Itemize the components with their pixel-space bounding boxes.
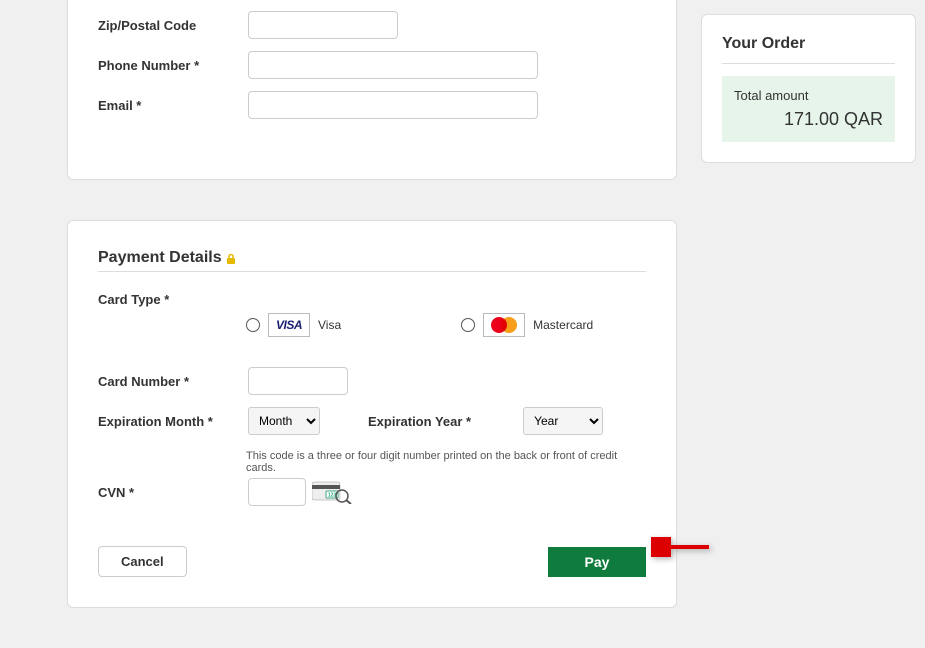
- billing-panel: State/Province Zip/Postal Code Phone Num…: [67, 0, 677, 180]
- exp-year-label: Expiration Year *: [368, 414, 471, 429]
- pay-button[interactable]: Pay: [548, 547, 646, 577]
- total-label: Total amount: [734, 88, 883, 103]
- cancel-button[interactable]: Cancel: [98, 546, 187, 577]
- phone-label: Phone Number *: [98, 58, 248, 73]
- zip-input[interactable]: [248, 11, 398, 39]
- mastercard-logo-icon: [483, 313, 525, 337]
- order-title: Your Order: [722, 35, 895, 64]
- visa-text: Visa: [318, 318, 341, 332]
- cvn-help-icon: 123: [312, 480, 352, 504]
- order-summary-panel: Your Order Total amount 171.00 QAR: [701, 14, 916, 163]
- cvn-label: CVN *: [98, 485, 248, 500]
- divider: [98, 271, 646, 272]
- payment-panel: Payment Details Card Type * VISA Visa: [67, 220, 677, 608]
- visa-logo-icon: VISA: [268, 313, 310, 337]
- visa-option[interactable]: VISA Visa: [246, 313, 341, 337]
- radio-icon: [461, 318, 475, 332]
- total-amount: 171.00 QAR: [734, 109, 883, 130]
- payment-title-text: Payment Details: [98, 249, 222, 267]
- cvn-hint: This code is a three or four digit numbe…: [246, 450, 646, 474]
- email-label: Email *: [98, 98, 248, 113]
- card-type-label: Card Type *: [98, 292, 248, 307]
- mastercard-text: Mastercard: [533, 318, 593, 332]
- payment-title: Payment Details: [98, 249, 646, 267]
- card-number-label: Card Number *: [98, 374, 248, 389]
- lock-icon: [226, 252, 236, 264]
- card-number-input[interactable]: [248, 367, 348, 395]
- card-type-options: VISA Visa Mastercard: [246, 313, 646, 337]
- radio-icon: [246, 318, 260, 332]
- exp-month-label: Expiration Month *: [98, 414, 248, 429]
- zip-label: Zip/Postal Code: [98, 18, 248, 33]
- exp-month-select[interactable]: Month: [248, 407, 320, 435]
- total-box: Total amount 171.00 QAR: [722, 76, 895, 142]
- mastercard-option[interactable]: Mastercard: [461, 313, 593, 337]
- email-input[interactable]: [248, 91, 538, 119]
- svg-text:123: 123: [328, 493, 337, 499]
- exp-year-select[interactable]: Year: [523, 407, 603, 435]
- phone-input[interactable]: [248, 51, 538, 79]
- cvn-input[interactable]: [248, 478, 306, 506]
